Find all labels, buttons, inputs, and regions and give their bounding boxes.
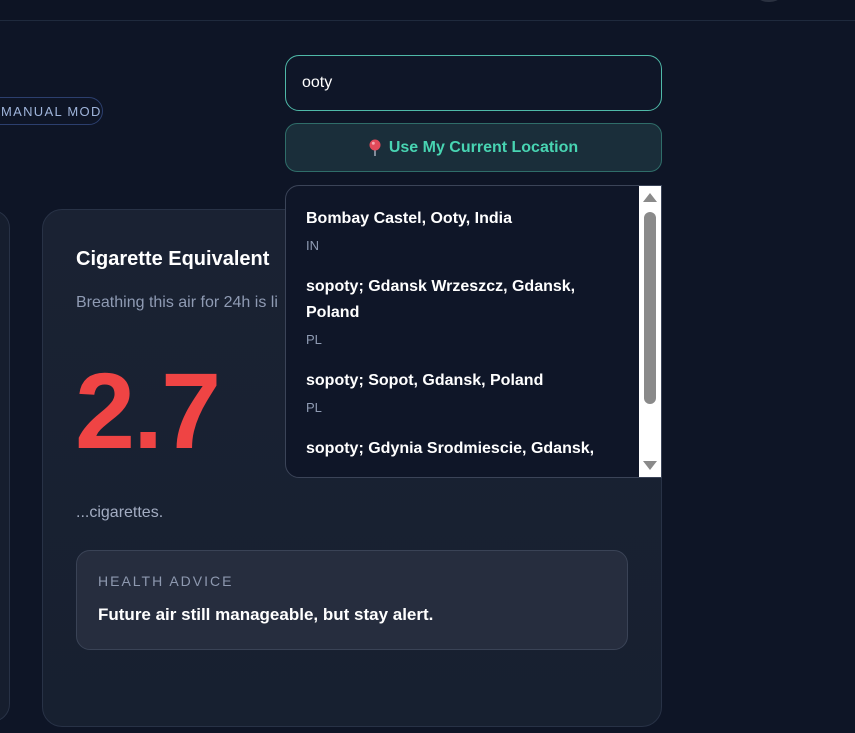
unit-text: ...cigarettes. <box>76 504 164 521</box>
result-item[interactable]: sopoty; Gdynia Srodmiescie, Gdansk, <box>286 416 641 462</box>
result-name: sopoty; Gdansk Wrzeszcz, Gdansk, Poland <box>306 278 576 321</box>
card-title: Cigarette Equivalent <box>76 248 270 270</box>
pin-icon <box>369 139 381 157</box>
scroll-up-arrow-icon[interactable] <box>643 193 657 202</box>
search-results-dropdown: Bombay Castel, Ooty, India IN sopoty; Gd… <box>285 185 662 478</box>
mode-badge[interactable]: MANUAL MODE <box>0 97 103 125</box>
result-name: sopoty; Gdynia Srodmiescie, Gdansk, <box>306 440 595 457</box>
scroll-down-arrow-icon[interactable] <box>643 461 657 470</box>
location-button-label: Use My Current Location <box>388 138 579 156</box>
scroll-thumb[interactable] <box>644 212 656 404</box>
left-card-edge <box>0 210 10 722</box>
results-list: Bombay Castel, Ooty, India IN sopoty; Gd… <box>286 186 641 468</box>
advice-label: HEALTH ADVICE <box>98 573 234 589</box>
result-item[interactable]: sopoty; Gdansk Wrzeszcz, Gdansk, Poland … <box>286 254 641 348</box>
avatar[interactable] <box>752 0 786 2</box>
result-name: sopoty; Sopot, Gdansk, Poland <box>306 372 544 389</box>
advice-text: Future air still manageable, but stay al… <box>98 605 434 624</box>
top-bar <box>0 0 855 21</box>
result-item[interactable]: Bombay Castel, Ooty, India IN <box>286 186 641 254</box>
card-subtitle: Breathing this air for 24h is li <box>76 294 278 311</box>
result-item[interactable]: sopoty; Sopot, Gdansk, Poland PL <box>286 348 641 416</box>
result-country-code: PL <box>306 332 322 347</box>
location-search-input[interactable] <box>285 55 662 111</box>
result-country-code: PL <box>306 400 322 415</box>
result-name: Bombay Castel, Ooty, India <box>306 210 512 227</box>
result-country-code: IN <box>306 238 319 253</box>
dropdown-scrollbar[interactable] <box>639 186 661 477</box>
cigarette-count: 2.7 <box>75 350 221 471</box>
health-advice-box: HEALTH ADVICE Future air still manageabl… <box>76 550 628 650</box>
use-current-location-button[interactable]: Use My Current Location <box>285 123 662 172</box>
